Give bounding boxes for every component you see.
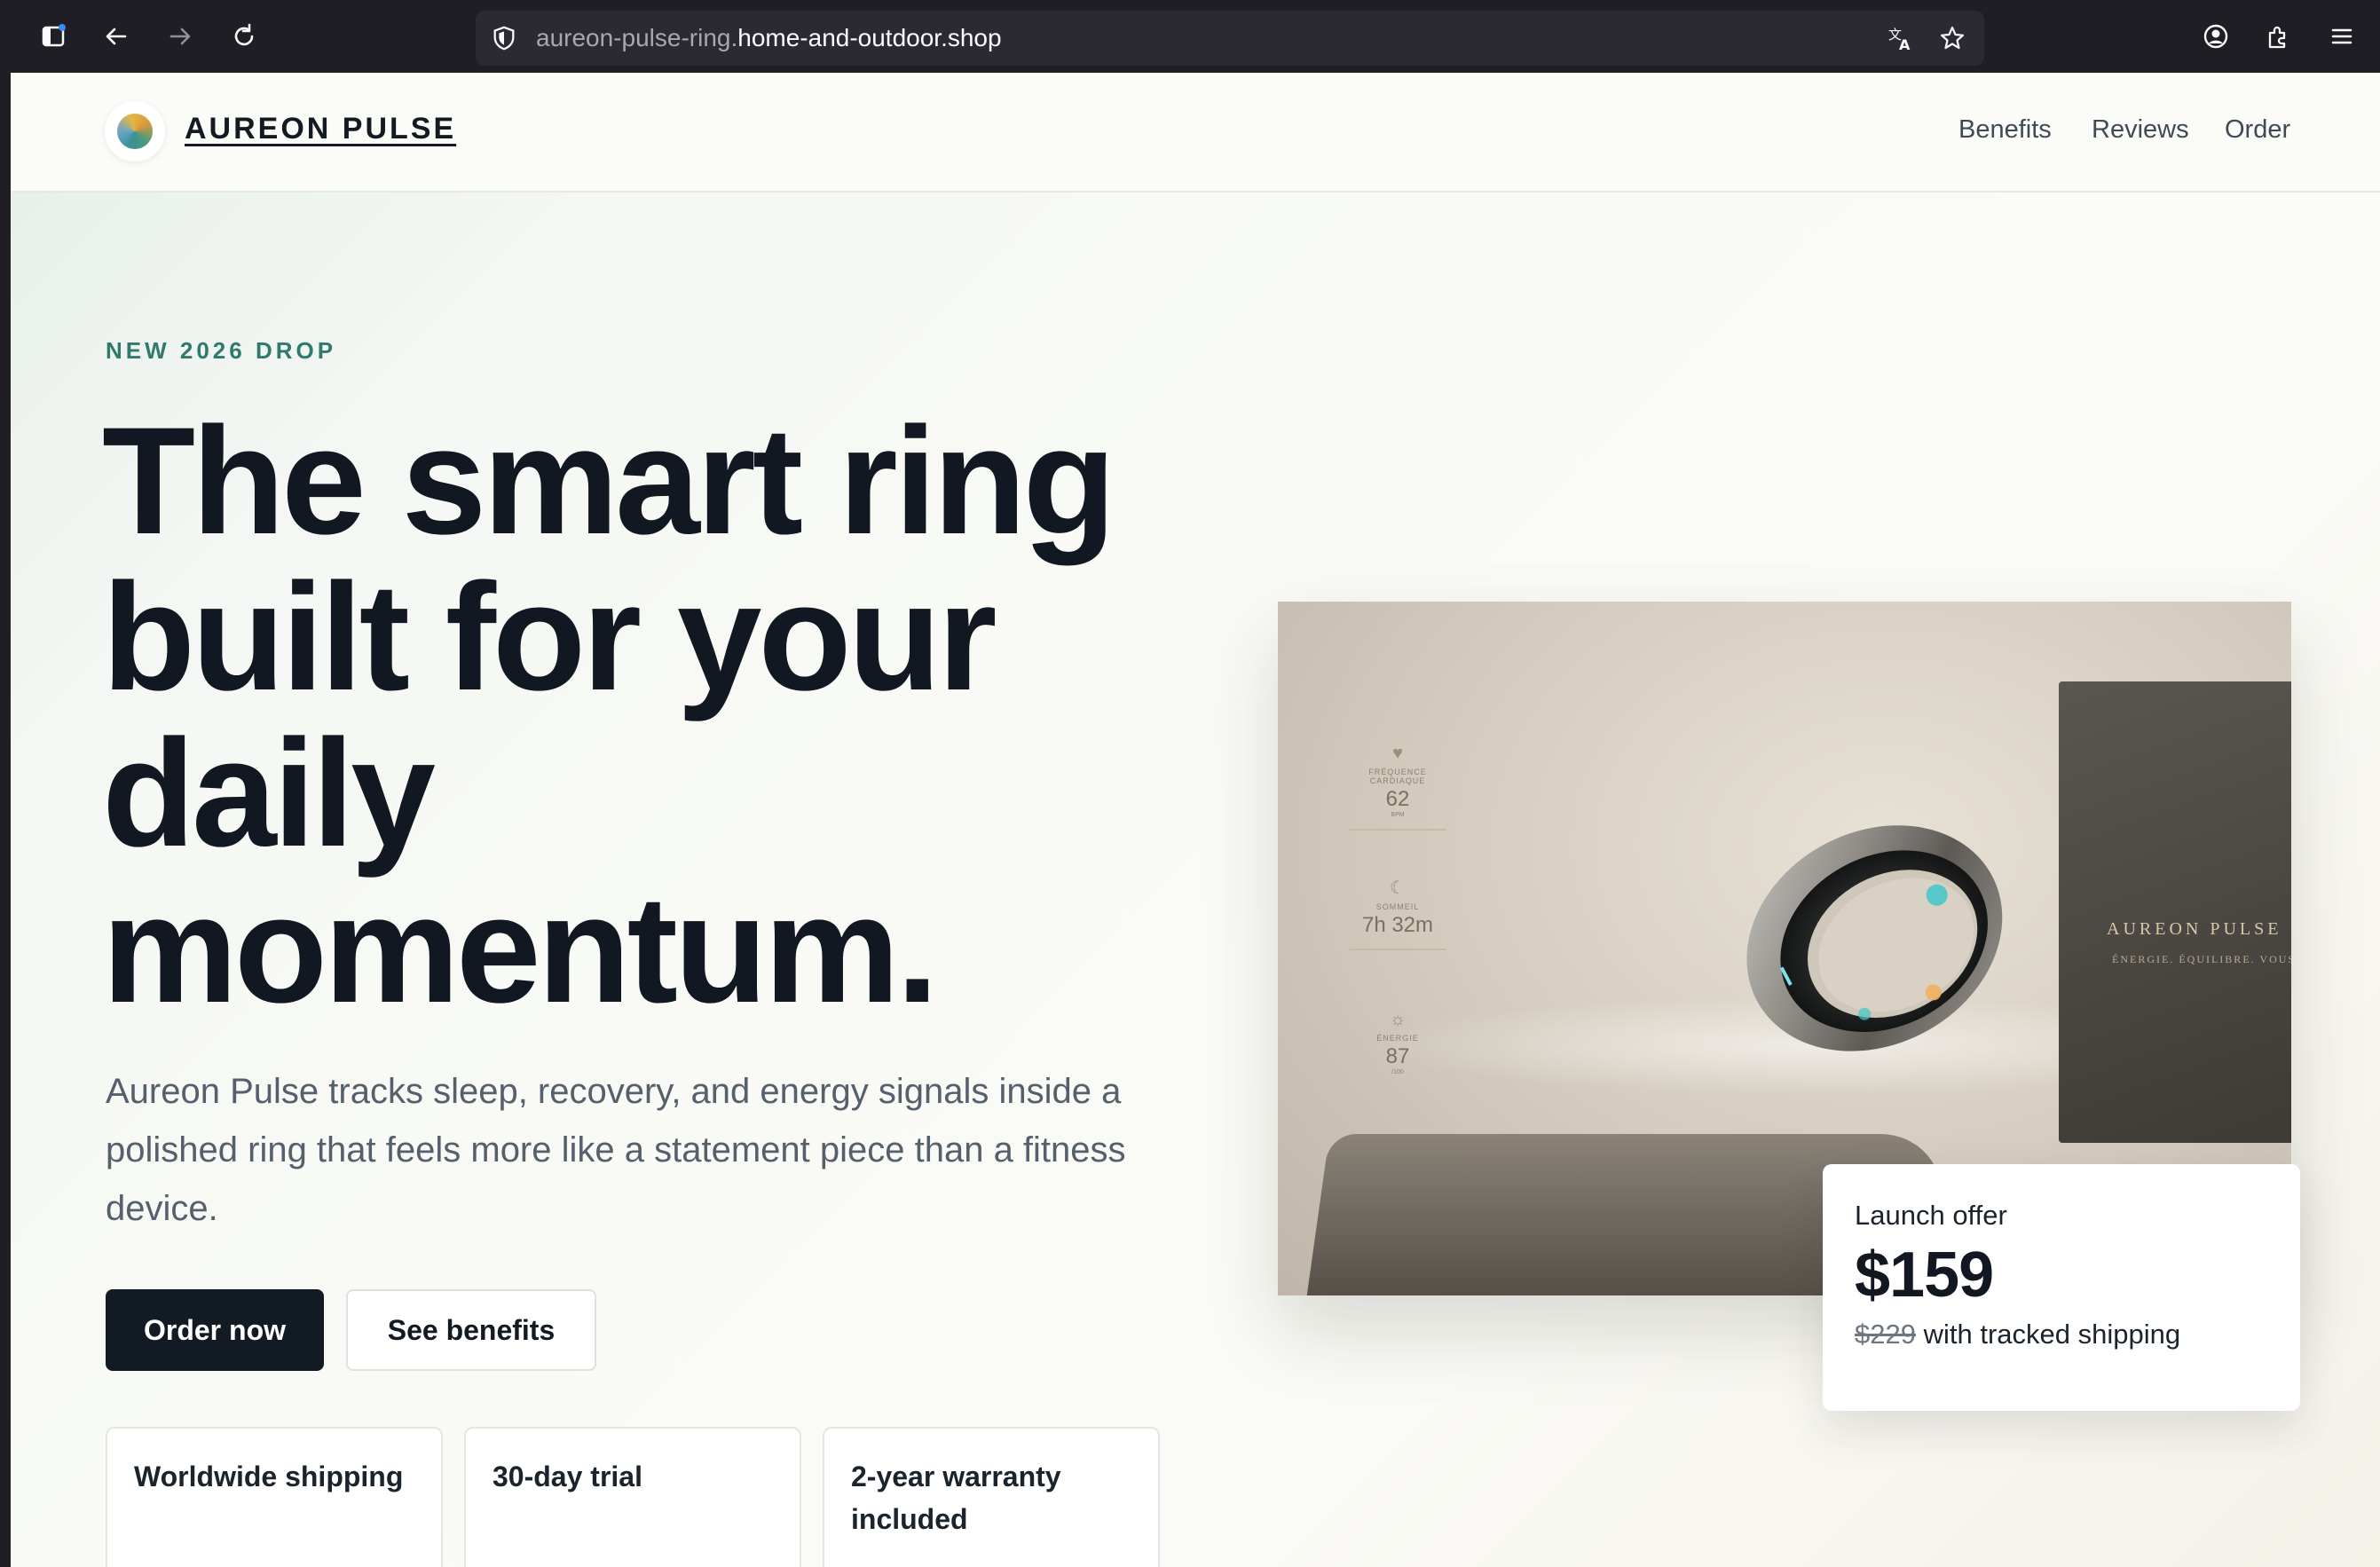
sun-icon: ☼ (1389, 1010, 1407, 1029)
sidebar-icon[interactable] (34, 16, 75, 57)
account-icon[interactable] (2195, 16, 2236, 57)
smart-ring-icon (1722, 788, 2023, 1081)
heart-icon: ♥ (1392, 744, 1403, 763)
offer-price: $159 (1855, 1240, 1994, 1311)
packaging-box: AUREON PULSE ÉNERGIE. ÉQUILIBRE. VOUS. (2059, 681, 2291, 1143)
url-text[interactable]: aureon-pulse-ring.home-and-outdoor.shop (536, 11, 1002, 66)
metric-unit: /100 (1391, 1069, 1404, 1075)
metric-energy: ☼ ÉNERGIE 87 /100 (1340, 1010, 1455, 1143)
see-benefits-button[interactable]: See benefits (346, 1289, 596, 1371)
back-icon[interactable] (96, 16, 137, 57)
metric-value: 87 (1385, 1044, 1410, 1068)
window-edge (0, 73, 11, 1567)
box-brand-text: AUREON PULSE (2107, 919, 2282, 939)
metric-value: 7h 32m (1361, 913, 1434, 937)
hero-headline: The smart ring built for your daily mome… (102, 403, 1256, 1028)
headline-line: The smart ring (102, 396, 1116, 566)
metric-label: FRÉQUENCE CARDIAQUE (1368, 768, 1427, 785)
offer-note: $229 with tracked shipping (1855, 1319, 2268, 1350)
headline-line: momentum. (102, 864, 939, 1035)
translate-icon[interactable]: 文A (1885, 22, 1917, 54)
order-now-button[interactable]: Order now (106, 1289, 324, 1371)
metric-unit: BPM (1391, 812, 1405, 818)
address-bar[interactable]: aureon-pulse-ring.home-and-outdoor.shop … (476, 11, 1984, 66)
metric-label: SOMMEIL (1375, 902, 1420, 911)
nav-link-reviews[interactable]: Reviews (2092, 115, 2189, 145)
hero-eyebrow: NEW 2026 DROP (106, 337, 337, 364)
feature-card-warranty: 2-year warranty included (823, 1427, 1160, 1567)
bookmark-star-icon[interactable] (1936, 22, 1968, 54)
metric-value: 62 (1385, 787, 1410, 811)
reload-icon[interactable] (224, 16, 264, 57)
page-viewport: AUREON PULSE Benefits Reviews Order NEW … (11, 73, 2380, 1567)
nav-link-benefits[interactable]: Benefits (1958, 115, 2052, 145)
offer-label: Launch offer (1855, 1200, 2007, 1231)
headline-line: daily (102, 708, 436, 878)
feature-card-trial: 30-day trial (464, 1427, 801, 1567)
metric-label: ÉNERGIE (1376, 1034, 1419, 1043)
headline-line: built for your (102, 552, 997, 722)
site-header: AUREON PULSE Benefits Reviews Order (11, 73, 2380, 193)
browser-toolbar: aureon-pulse-ring.home-and-outdoor.shop … (0, 0, 2380, 73)
svg-text:A: A (1899, 36, 1911, 52)
brand-link[interactable]: AUREON PULSE (185, 112, 456, 146)
metric-sleep: ☾ SOMMEIL 7h 32m (1340, 877, 1455, 1010)
brand-logo-icon[interactable] (105, 101, 165, 161)
hero-description: Aureon Pulse tracks sleep, recovery, and… (106, 1072, 1126, 1228)
menu-icon[interactable] (2321, 16, 2362, 57)
feature-card-shipping: Worldwide shipping (106, 1427, 443, 1567)
launch-offer-card: Launch offer $159 $229 with tracked ship… (1823, 1164, 2300, 1411)
health-metrics-overlay: ♥ FRÉQUENCE CARDIAQUE 62 BPM ☾ SOMMEIL 7… (1340, 744, 1455, 1143)
nav-link-order[interactable]: Order (2225, 115, 2290, 145)
forward-icon[interactable] (160, 16, 201, 57)
metric-heart-rate: ♥ FRÉQUENCE CARDIAQUE 62 BPM (1340, 744, 1455, 877)
shield-icon[interactable] (488, 22, 520, 54)
shipping-note: with tracked shipping (1923, 1319, 2181, 1350)
box-tagline: ÉNERGIE. ÉQUILIBRE. VOUS. (2112, 953, 2291, 965)
moon-icon: ☾ (1390, 878, 1406, 898)
old-price: $229 (1855, 1319, 1916, 1350)
extensions-icon[interactable] (2258, 16, 2298, 57)
